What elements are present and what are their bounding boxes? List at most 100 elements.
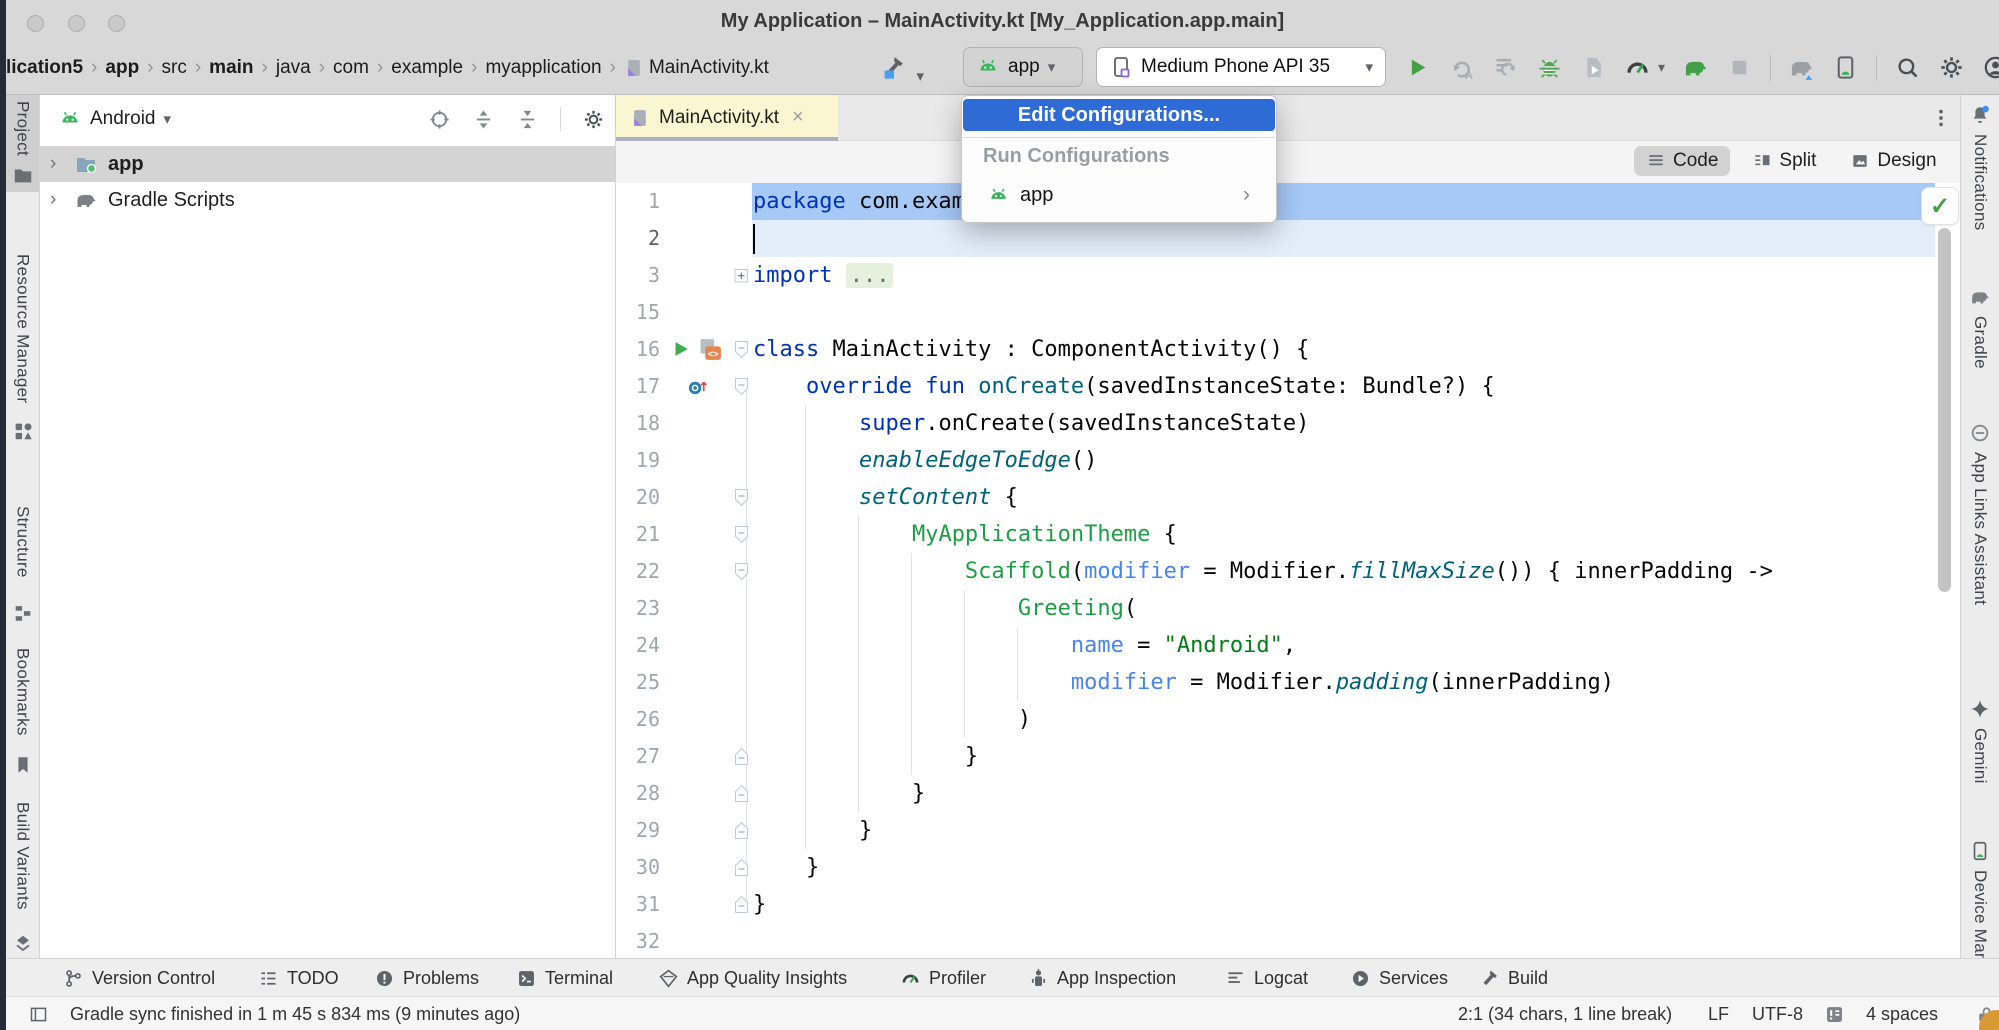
fold-marker-icon[interactable] <box>734 525 749 544</box>
toolwindow-button-version-control[interactable]: Version Control <box>63 959 215 997</box>
tool-stripe-gradle[interactable]: Gradle <box>1961 280 1999 392</box>
build-hammer-icon[interactable]: ▾ <box>880 53 924 86</box>
line-separator-widget[interactable]: LF <box>1708 997 1729 1030</box>
view-mode-design[interactable]: Design <box>1838 146 1948 176</box>
fold-marker-icon[interactable] <box>734 784 749 803</box>
toolwindow-button-todo[interactable]: TODO <box>258 959 339 997</box>
tree-item-gradle-scripts[interactable]: ›Gradle Scripts <box>40 182 615 218</box>
tool-stripe-structure[interactable]: Structure <box>6 500 39 630</box>
run-button[interactable] <box>1404 54 1431 81</box>
attach-debugger-button[interactable] <box>1580 54 1607 81</box>
fold-marker-icon[interactable] <box>734 747 749 766</box>
fold-marker-icon[interactable] <box>734 858 749 877</box>
tool-stripe-app-links-assistant[interactable]: App Links Assistant <box>1961 416 1999 658</box>
breadcrumb-item[interactable]: com <box>333 57 369 79</box>
collapse-all-button[interactable] <box>516 108 539 131</box>
device-selector[interactable]: Medium Phone API 35 ▾ <box>1096 47 1386 87</box>
status-panel-toggle[interactable] <box>28 997 49 1030</box>
code-editor[interactable]: 1package com.example.myapplication23impo… <box>616 183 1960 958</box>
menu-item-app[interactable]: app › <box>962 175 1276 215</box>
tool-stripe-label: Gemini <box>1970 728 1990 798</box>
breadcrumb-item[interactable]: java <box>276 57 311 79</box>
tool-stripe-bookmarks[interactable]: Bookmarks <box>6 642 39 782</box>
project-view-selector[interactable]: Android ▾ <box>58 107 171 131</box>
menu-item-edit-configurations[interactable]: Edit Configurations... <box>963 99 1275 131</box>
toolwindow-button-services[interactable]: Services <box>1350 959 1448 997</box>
sync-gradle-button[interactable] <box>1682 54 1709 81</box>
code-line: Scaffold(modifier = Modifier.fillMaxSize… <box>753 553 1773 590</box>
code-token: } <box>753 892 766 917</box>
code-token: (savedInstanceState: Bundle?) { <box>1084 374 1495 399</box>
fold-marker-icon[interactable] <box>734 488 749 507</box>
highlighting-level-widget[interactable] <box>1824 997 1845 1030</box>
breadcrumb-item[interactable]: main <box>209 57 253 79</box>
code-line: ) <box>753 701 1031 738</box>
breadcrumb-item[interactable]: lication5 <box>6 57 83 79</box>
tool-stripe-notifications[interactable]: Notifications <box>1961 98 1999 265</box>
gear-button[interactable] <box>582 108 605 131</box>
status-message[interactable]: Gradle sync finished in 1 m 45 s 834 ms … <box>70 997 520 1030</box>
chevron-down-icon[interactable]: ▾ <box>1658 59 1665 76</box>
tool-stripe-gemini[interactable]: Gemini <box>1961 692 1999 804</box>
expand-all-button[interactable] <box>472 108 495 131</box>
toolwindow-button-terminal[interactable]: Terminal <box>516 959 613 997</box>
code-line: enableEdgeToEdge() <box>753 442 1097 479</box>
toolwindow-button-build[interactable]: Build <box>1479 959 1548 997</box>
expand-chevron-icon[interactable]: › <box>50 189 64 211</box>
line-number: 28 <box>616 775 660 812</box>
compose-preview-icon[interactable]: <> <box>698 337 723 362</box>
editor-tab-mainactivity[interactable]: MainActivity.kt × <box>616 95 838 140</box>
editor-options-icon[interactable] <box>1930 105 1952 131</box>
debug-button[interactable] <box>1536 54 1563 81</box>
fold-marker-icon[interactable] <box>734 895 749 914</box>
encoding-widget[interactable]: UTF-8 <box>1752 997 1803 1030</box>
breadcrumb-item[interactable]: example <box>391 57 463 79</box>
fold-marker-icon[interactable] <box>734 821 749 840</box>
caret-position-widget[interactable]: 2:1 (34 chars, 1 line break) <box>1458 997 1672 1030</box>
toolwindow-button-app-inspection[interactable]: App Inspection <box>1028 959 1176 997</box>
line-number: 30 <box>616 849 660 886</box>
editor-tab-label: MainActivity.kt <box>659 107 779 129</box>
search-everywhere-button[interactable] <box>1894 54 1921 81</box>
breadcrumb-item[interactable]: MainActivity.kt <box>624 57 769 79</box>
code-token: class <box>753 337 819 362</box>
breadcrumb-item[interactable]: src <box>162 57 187 79</box>
run-line-icon[interactable] <box>670 338 692 360</box>
expand-chevron-icon[interactable]: › <box>50 153 64 175</box>
tool-stripe-resource-manager[interactable]: Resource Manager <box>6 248 39 448</box>
view-mode-code[interactable]: Code <box>1634 146 1730 176</box>
apply-code-changes-button[interactable] <box>1492 54 1519 81</box>
inspections-icon <box>1824 1004 1845 1025</box>
toolwindow-button-problems[interactable]: Problems <box>374 959 479 997</box>
fold-marker-icon[interactable] <box>734 377 749 396</box>
override-method-icon[interactable] <box>686 375 709 398</box>
breadcrumb-item[interactable]: myapplication <box>485 57 601 79</box>
build-dropdown-arrow[interactable]: ▾ <box>916 68 924 85</box>
indent-widget[interactable]: 4 spaces <box>1866 997 1938 1030</box>
view-mode-split[interactable]: Split <box>1740 146 1828 176</box>
fold-marker-icon[interactable] <box>734 266 749 285</box>
toolwindow-button-logcat[interactable]: Logcat <box>1225 959 1308 997</box>
apply-changes-button[interactable]: A <box>1448 54 1475 81</box>
breadcrumb-item[interactable]: app <box>105 57 139 79</box>
tool-stripe-project[interactable]: Project <box>6 95 39 192</box>
profiler-button[interactable] <box>1624 54 1651 81</box>
close-tab-icon[interactable]: × <box>792 106 804 129</box>
toolwindow-button-app-quality-insights[interactable]: App Quality Insights <box>658 959 847 997</box>
settings-button[interactable] <box>1938 54 1965 81</box>
gemini-icon <box>1969 698 1991 720</box>
tool-stripe-build-variants[interactable]: Build Variants <box>6 796 39 961</box>
fold-marker-icon[interactable] <box>734 340 749 359</box>
code-token: ) <box>753 707 1031 732</box>
editor-scrollbar[interactable] <box>1938 228 1951 592</box>
fold-marker-icon[interactable] <box>734 562 749 581</box>
inspection-status-widget[interactable]: ✓ <box>1922 188 1958 224</box>
run-configuration-selector[interactable]: app ▾ <box>963 47 1083 87</box>
profile-button[interactable] <box>1982 54 1999 81</box>
device-manager-button[interactable] <box>1832 54 1859 81</box>
stop-button[interactable] <box>1726 54 1753 81</box>
locate-button[interactable] <box>428 108 451 131</box>
toolwindow-button-profiler[interactable]: Profiler <box>900 959 986 997</box>
tree-item-app[interactable]: ›app <box>40 146 615 182</box>
upgrade-assistant-button[interactable] <box>1788 54 1815 81</box>
